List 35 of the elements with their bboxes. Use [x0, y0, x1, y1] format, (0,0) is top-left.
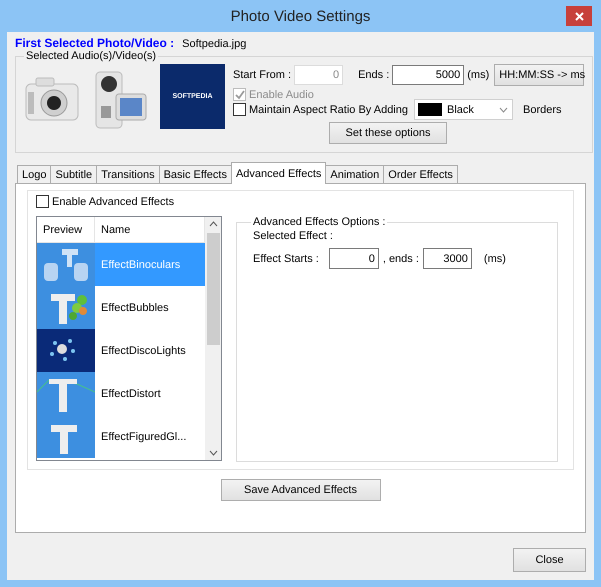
column-header[interactable]: Preview [37, 217, 95, 242]
effect-starts-field[interactable]: 0 [328, 248, 379, 269]
close-icon [574, 12, 584, 20]
convert-button[interactable]: HH:MM:SS -> ms [494, 64, 584, 86]
group-title: Selected Audio(s)/Video(s) [25, 50, 158, 62]
effect-starts-label: Effect Starts : [253, 252, 319, 264]
tab[interactable]: Advanced Effects [230, 162, 326, 184]
start-from-label: Start From : [233, 69, 292, 81]
file-name: Softpedia.jpg [182, 38, 246, 50]
ends-label: Ends : [358, 69, 390, 81]
tab[interactable]: Logo [17, 165, 52, 184]
group-title: Advanced Effects Options : [252, 216, 386, 228]
scrollbar[interactable] [205, 217, 221, 460]
aspect-ratio-checkbox[interactable]: Maintain Aspect Ratio By Adding [233, 103, 408, 116]
window-title: Photo Video Settings [230, 8, 370, 24]
effect-ends-label: , ends : [382, 252, 419, 264]
ends-field[interactable]: 5000 [392, 65, 464, 85]
ms-unit: (ms) [467, 69, 490, 81]
close-dialog-button[interactable]: Close [513, 548, 586, 572]
chevron-up-icon [208, 221, 218, 227]
border-color-dropdown[interactable]: Black [414, 99, 513, 120]
selected-effect-label: Selected Effect : [253, 230, 334, 242]
chevron-down-icon [498, 106, 508, 112]
close-button[interactable] [566, 6, 592, 26]
ms-unit: (ms) [484, 252, 506, 264]
tab[interactable]: Order Effects [383, 165, 458, 184]
first-selected-label: First Selected Photo/Video : [15, 36, 174, 50]
check-icon [234, 90, 244, 100]
borders-label: Borders [522, 104, 562, 116]
color-swatch [418, 103, 442, 116]
chevron-down-icon [208, 450, 218, 456]
effect-ends-field[interactable]: 3000 [422, 248, 472, 269]
save-effects-button[interactable]: Save Advanced Effects [220, 479, 380, 501]
enable-effects-checkbox[interactable]: Enable Advanced Effects [36, 195, 565, 208]
set-options-button[interactable]: Set these options [329, 122, 447, 144]
